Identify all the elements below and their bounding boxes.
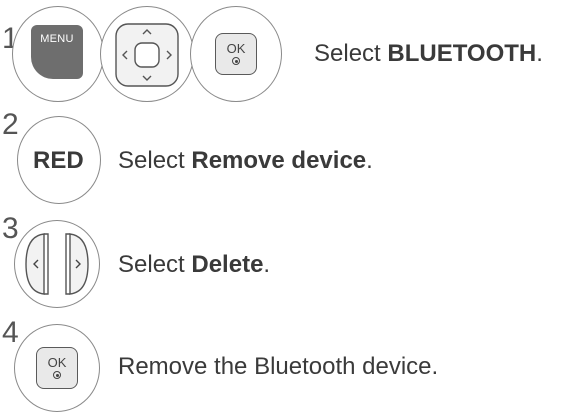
ok-button-circle: OK bbox=[190, 6, 282, 102]
ok-button[interactable]: OK bbox=[36, 347, 78, 389]
ok-label: OK bbox=[47, 355, 67, 370]
instruction-suffix: . bbox=[536, 40, 543, 67]
instruction-suffix: . bbox=[263, 251, 271, 278]
step-1: 1 MENU OK Select BLUETOOTH. bbox=[0, 0, 570, 110]
instruction-prefix: Select bbox=[118, 147, 192, 174]
instruction-bold: Delete bbox=[191, 251, 264, 278]
ok-button-circle: OK bbox=[14, 324, 100, 412]
step-3: 3 Select Delete. bbox=[0, 212, 570, 308]
menu-button[interactable]: MENU bbox=[31, 25, 83, 79]
step-4: 4 OK Remove the Bluetooth device. bbox=[0, 318, 570, 416]
instruction-bold: Remove device bbox=[191, 147, 367, 174]
step-2-instruction: Select Remove device. bbox=[118, 147, 373, 175]
step-number: 2 bbox=[2, 108, 19, 141]
nav-pad-circle bbox=[100, 6, 194, 102]
step-2: 2 RED Select Remove device. bbox=[0, 108, 570, 204]
ok-button[interactable]: OK bbox=[215, 33, 257, 75]
step-4-instruction: Remove the Bluetooth device. bbox=[118, 353, 438, 381]
instruction-bold: BLUETOOTH bbox=[387, 40, 537, 67]
instruction-prefix: Select bbox=[118, 251, 192, 278]
ok-dot-icon bbox=[232, 57, 240, 65]
instruction-suffix: . bbox=[366, 147, 373, 174]
instruction-prefix: Remove the Bluetooth device. bbox=[118, 353, 439, 380]
instruction-prefix: Select bbox=[314, 40, 388, 67]
ok-dot-icon bbox=[53, 371, 61, 379]
red-button[interactable]: RED bbox=[33, 147, 84, 175]
ok-label: OK bbox=[226, 41, 246, 56]
menu-button-circle: MENU bbox=[12, 6, 104, 102]
navigation-pad-icon[interactable] bbox=[100, 6, 194, 102]
step-3-instruction: Select Delete. bbox=[118, 251, 270, 279]
step-1-instruction: Select BLUETOOTH. bbox=[314, 40, 543, 68]
step-number: 4 bbox=[2, 316, 19, 349]
left-right-buttons-icon[interactable] bbox=[14, 220, 100, 308]
red-button-circle: RED bbox=[17, 116, 101, 204]
left-right-buttons-circle bbox=[14, 220, 100, 308]
